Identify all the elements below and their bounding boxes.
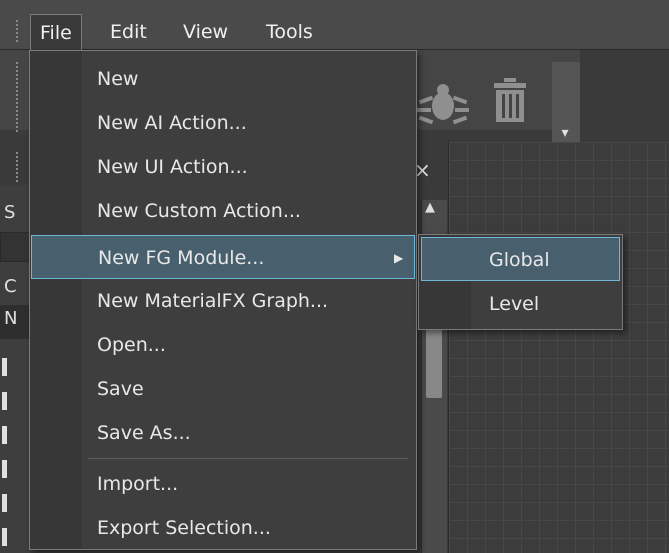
- panel-grip[interactable]: [16, 152, 19, 182]
- menu-tools[interactable]: Tools: [257, 14, 322, 50]
- fg-module-submenu: Global Level: [418, 234, 623, 330]
- menu-item-label: New UI Action...: [97, 156, 248, 178]
- list-marker: [2, 358, 7, 376]
- menu-item-label: Export Selection...: [97, 517, 271, 539]
- submenu-item-label: Level: [489, 293, 540, 315]
- menu-view[interactable]: View: [174, 14, 237, 50]
- list-marker: [2, 460, 7, 478]
- trash-icon[interactable]: [492, 78, 528, 124]
- left-panel-label-n: N: [4, 308, 18, 329]
- menu-item-label: Import...: [97, 473, 179, 495]
- menu-edit[interactable]: Edit: [101, 14, 156, 50]
- menu-item-new-materialfx-graph[interactable]: New MaterialFX Graph...: [30, 279, 416, 323]
- submenu-item-level[interactable]: Level: [421, 282, 620, 326]
- toolbar-grip[interactable]: [16, 62, 19, 132]
- menu-item-label: New Custom Action...: [97, 200, 301, 222]
- left-panel-label-s: S: [4, 202, 16, 223]
- menu-item-open[interactable]: Open...: [30, 323, 416, 367]
- scroll-up-icon[interactable]: ▲: [425, 200, 435, 215]
- menu-item-label: New AI Action...: [97, 112, 247, 134]
- left-panel-label-c: C: [4, 276, 17, 297]
- menu-item-save[interactable]: Save: [30, 367, 416, 411]
- menu-item-import[interactable]: Import...: [30, 462, 416, 506]
- file-menu-dropdown: New New AI Action... New UI Action... Ne…: [29, 50, 417, 550]
- menu-separator: [88, 458, 408, 459]
- menu-item-label: Open...: [97, 334, 166, 356]
- left-panel-field[interactable]: [0, 232, 30, 262]
- toolbar-overflow-icon[interactable]: ▾: [556, 126, 574, 140]
- submenu-item-global[interactable]: Global: [421, 237, 620, 281]
- menu-item-label: Save As...: [97, 422, 191, 444]
- list-marker: [2, 528, 7, 546]
- menu-item-save-as[interactable]: Save As...: [30, 411, 416, 455]
- menu-item-label: New: [97, 68, 139, 90]
- graph-canvas[interactable]: [448, 142, 669, 553]
- list-marker: [2, 426, 7, 444]
- menu-item-label: New FG Module...: [98, 247, 265, 269]
- menu-item-label: Save: [97, 378, 144, 400]
- submenu-item-label: Global: [489, 249, 550, 271]
- menu-item-export-selection[interactable]: Export Selection...: [30, 506, 416, 550]
- list-marker: [2, 494, 7, 512]
- menu-item-new-custom-action[interactable]: New Custom Action...: [30, 189, 416, 233]
- menubar-grip[interactable]: [16, 20, 19, 42]
- list-marker: [2, 392, 7, 410]
- menu-item-new-ui-action[interactable]: New UI Action...: [30, 145, 416, 189]
- menu-item-new-ai-action[interactable]: New AI Action...: [30, 101, 416, 145]
- menu-file[interactable]: File: [30, 14, 82, 50]
- submenu-arrow-icon: ▶: [394, 251, 404, 265]
- menu-item-new[interactable]: New: [30, 57, 416, 101]
- scroll-thumb[interactable]: [426, 326, 442, 398]
- menu-item-label: New MaterialFX Graph...: [97, 290, 329, 312]
- menu-item-new-fg-module[interactable]: New FG Module... ▶: [31, 235, 415, 279]
- bug-icon[interactable]: [415, 78, 471, 128]
- menu-bar: File Edit View Tools: [0, 0, 669, 50]
